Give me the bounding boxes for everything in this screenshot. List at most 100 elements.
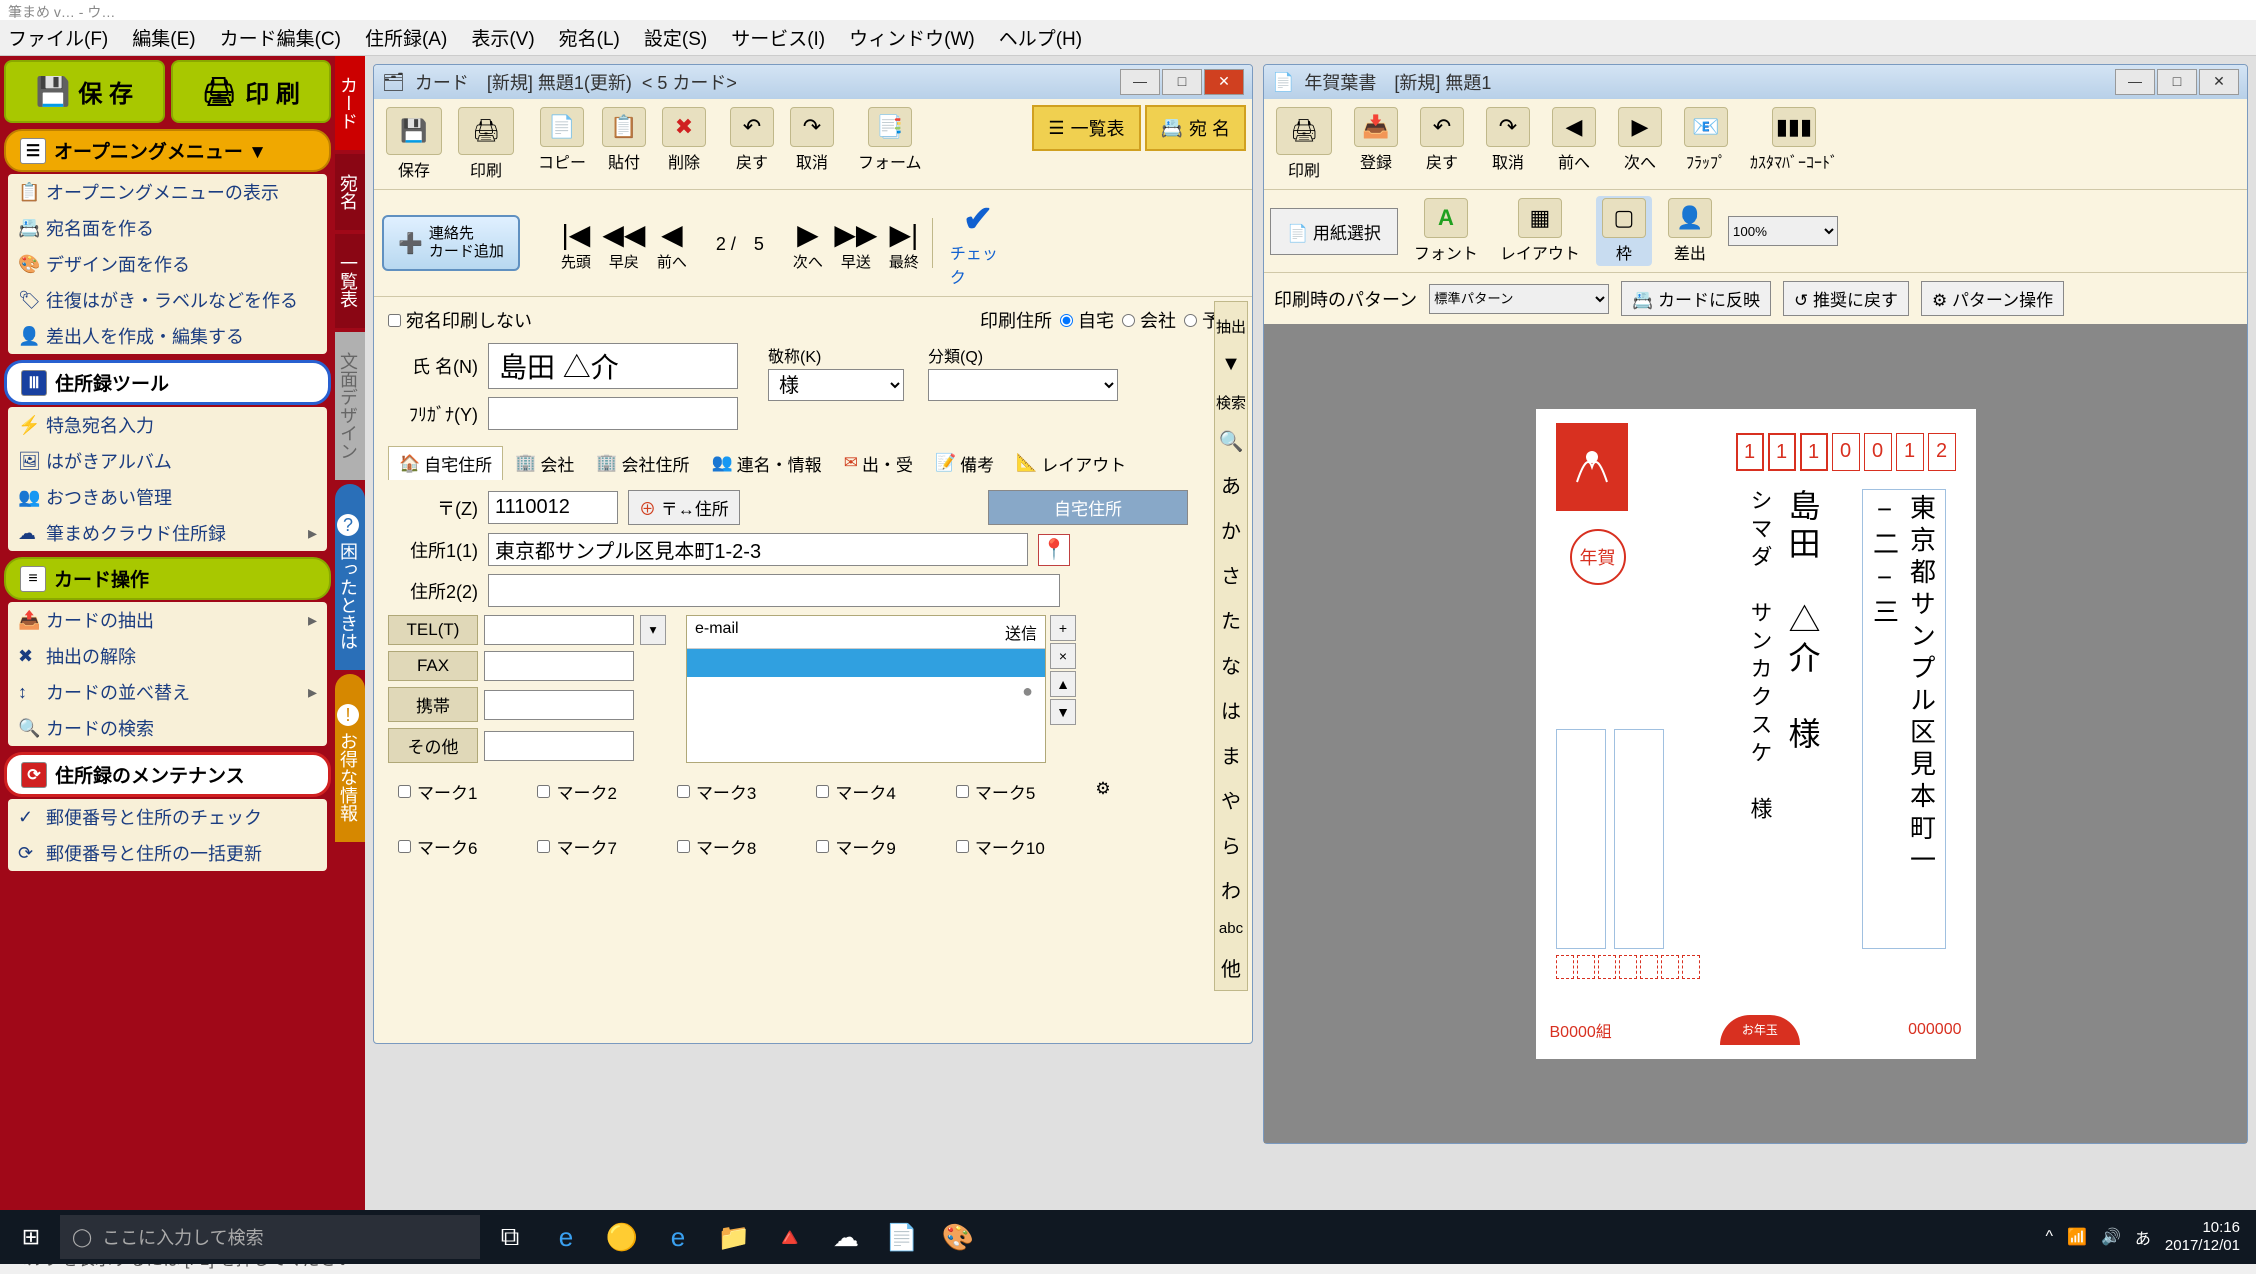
no-print-checkbox[interactable]: 宛名印刷しない bbox=[388, 307, 532, 333]
side-search-icon[interactable]: 🔍 bbox=[1215, 421, 1247, 462]
opening-item-sender[interactable]: 👤差出人を作成・編集する bbox=[8, 318, 327, 354]
subtab-memo[interactable]: 📝備考 bbox=[925, 446, 1004, 480]
card-ops-header[interactable]: ≡ カード操作 bbox=[4, 557, 331, 600]
tb-undo[interactable]: ↶戻す bbox=[724, 105, 780, 175]
mark-1[interactable]: マーク1 bbox=[398, 779, 477, 804]
other-input[interactable] bbox=[484, 731, 634, 761]
addr2-input[interactable] bbox=[488, 574, 1060, 607]
pv-prev[interactable]: ◀前へ bbox=[1546, 105, 1602, 175]
pv-frame[interactable]: ▢枠 bbox=[1596, 196, 1652, 266]
chrome-icon[interactable]: 🟡 bbox=[596, 1212, 648, 1262]
subtab-company[interactable]: 🏢会社 bbox=[505, 446, 584, 480]
tel-dropdown[interactable]: ▾ bbox=[640, 615, 666, 645]
keisho-select[interactable]: 様 bbox=[768, 369, 904, 401]
tb-copy[interactable]: 📄コピー bbox=[532, 105, 592, 175]
idx-ma[interactable]: ま bbox=[1215, 732, 1247, 777]
card-titlebar[interactable]: 🗂 カード [新規] 無題1(更新) < 5 カード> — □ ✕ bbox=[374, 65, 1252, 99]
menu-settings[interactable]: 設定(S) bbox=[644, 24, 707, 51]
mark-7[interactable]: マーク7 bbox=[537, 834, 616, 859]
edge-icon[interactable]: e bbox=[652, 1212, 704, 1262]
nav-next[interactable]: ▶次へ bbox=[788, 218, 828, 268]
taskbar-clock[interactable]: 10:16 2017/12/01 bbox=[2165, 1219, 2240, 1255]
recipient-address[interactable]: 東京都サンプル区見本町一−二−三 bbox=[1862, 489, 1946, 949]
map-pin-button[interactable]: 📍 bbox=[1038, 534, 1070, 566]
zoom-select[interactable]: 100% bbox=[1728, 216, 1838, 246]
ie-icon[interactable]: e bbox=[540, 1212, 592, 1262]
vtab-help[interactable]: ?困ったときは bbox=[335, 484, 365, 670]
vtab-atena[interactable]: 宛名 bbox=[335, 154, 365, 230]
mark-2[interactable]: マーク2 bbox=[537, 779, 616, 804]
email-down-button[interactable]: ▼ bbox=[1050, 699, 1076, 725]
card-close-button[interactable]: ✕ bbox=[1204, 69, 1244, 95]
subtab-layout[interactable]: 📐レイアウト bbox=[1006, 446, 1136, 480]
card-maximize-button[interactable]: □ bbox=[1162, 69, 1202, 95]
opening-menu-header[interactable]: ☰ オープニングメニュー ▼ bbox=[4, 129, 331, 172]
subtab-company-addr[interactable]: 🏢会社住所 bbox=[586, 446, 699, 480]
email-remove-button[interactable]: × bbox=[1050, 643, 1076, 669]
opening-item-atena[interactable]: 📇宛名面を作る bbox=[8, 210, 327, 246]
tray-chevron-icon[interactable]: ^ bbox=[2046, 1228, 2054, 1246]
taskbar-search[interactable]: ◯ ここに入力して検索 bbox=[60, 1215, 480, 1259]
pv-print[interactable]: 🖨印刷 bbox=[1270, 105, 1338, 183]
email-list[interactable]: e-mail 送信 ● bbox=[686, 615, 1046, 763]
pv-flap[interactable]: 📧ﾌﾗｯﾌﾟ bbox=[1678, 105, 1734, 175]
sender-area[interactable] bbox=[1556, 729, 1664, 949]
idx-ya[interactable]: や bbox=[1215, 777, 1247, 822]
idx-ra[interactable]: ら bbox=[1215, 822, 1247, 867]
mobile-input[interactable] bbox=[484, 690, 634, 720]
card-item-clear[interactable]: ✖抽出の解除 bbox=[8, 638, 327, 674]
recipient-furigana[interactable]: シマダ サンカクスケ 様 bbox=[1744, 489, 1776, 909]
paper-select-button[interactable]: 📄 用紙選択 bbox=[1270, 208, 1398, 255]
explorer-icon[interactable]: 📁 bbox=[708, 1212, 760, 1262]
email-add-button[interactable]: + bbox=[1050, 615, 1076, 641]
vtab-design[interactable]: 文面デザイン bbox=[335, 332, 365, 480]
menu-file[interactable]: ファイル(F) bbox=[8, 24, 108, 51]
idx-na[interactable]: な bbox=[1215, 642, 1247, 687]
zip-input[interactable] bbox=[488, 491, 618, 524]
nav-prev[interactable]: ◀前へ bbox=[652, 218, 692, 268]
print-big-button[interactable]: 🖨 印 刷 bbox=[171, 60, 332, 123]
opening-item-label[interactable]: 🏷往復はがき・ラベルなどを作る bbox=[8, 282, 327, 318]
tab-list-view[interactable]: ☰一覧表 bbox=[1032, 105, 1140, 151]
menu-atena[interactable]: 宛名(L) bbox=[559, 24, 620, 51]
vlc-icon[interactable]: 🔺 bbox=[764, 1212, 816, 1262]
subtab-sentrecv[interactable]: ✉出・受 bbox=[834, 446, 923, 480]
pv-undo[interactable]: ↶戻す bbox=[1414, 105, 1470, 175]
email-row-selected[interactable] bbox=[687, 649, 1045, 677]
nav-first[interactable]: |◀先頭 bbox=[556, 218, 596, 268]
tb-form[interactable]: 📑フォーム bbox=[852, 105, 928, 175]
idx-ka[interactable]: か bbox=[1215, 507, 1247, 552]
preview-close-button[interactable]: ✕ bbox=[2199, 69, 2239, 95]
pv-next[interactable]: ▶次へ bbox=[1612, 105, 1668, 175]
pattern-select[interactable]: 標準パターン bbox=[1429, 284, 1609, 314]
tb-redo[interactable]: ↷取消 bbox=[784, 105, 840, 175]
home-addr-button[interactable]: 自宅住所 bbox=[988, 490, 1188, 525]
idx-abc[interactable]: abc bbox=[1215, 912, 1247, 945]
pv-redo[interactable]: ↷取消 bbox=[1480, 105, 1536, 175]
tool-item-express[interactable]: ⚡特急宛名入力 bbox=[8, 407, 327, 443]
print-addr-home[interactable]: 自宅 bbox=[1060, 307, 1114, 333]
menu-service[interactable]: サービス(I) bbox=[731, 24, 825, 51]
tray-network-icon[interactable]: 📶 bbox=[2067, 1227, 2087, 1247]
idx-a[interactable]: あ bbox=[1215, 462, 1247, 507]
tray-ime-icon[interactable]: あ bbox=[2135, 1225, 2151, 1249]
add-card-button[interactable]: ➕ 連絡先 カード追加 bbox=[382, 215, 520, 271]
maint-item-update[interactable]: ⟳郵便番号と住所の一括更新 bbox=[8, 835, 327, 871]
postcard-preview[interactable]: 年賀 1 1 1 0 0 1 2 東京都サンプル区見本町一−二−三 島田 △介 … bbox=[1536, 409, 1976, 1059]
tb-paste[interactable]: 📋貼付 bbox=[596, 105, 652, 175]
pv-font[interactable]: Aフォント bbox=[1408, 196, 1484, 266]
card-item-search[interactable]: 🔍カードの検索 bbox=[8, 710, 327, 746]
idx-wa[interactable]: わ bbox=[1215, 867, 1247, 912]
card-minimize-button[interactable]: — bbox=[1120, 69, 1160, 95]
tray-volume-icon[interactable]: 🔊 bbox=[2101, 1227, 2121, 1247]
card-item-sort[interactable]: ↕カードの並べ替え▸ bbox=[8, 674, 327, 710]
maint-item-check[interactable]: ✓郵便番号と住所のチェック bbox=[8, 799, 327, 835]
nav-fastback[interactable]: ◀◀早戻 bbox=[604, 218, 644, 268]
side-search-label[interactable]: 検索 bbox=[1215, 384, 1247, 421]
opening-item-design[interactable]: 🎨デザイン面を作る bbox=[8, 246, 327, 282]
reflect-button[interactable]: 📇 カードに反映 bbox=[1621, 281, 1771, 316]
reset-button[interactable]: ↺ 推奨に戻す bbox=[1783, 281, 1909, 316]
tb-save[interactable]: 💾保存 bbox=[380, 105, 448, 183]
task-view-icon[interactable]: ⧉ bbox=[484, 1212, 536, 1262]
idx-sa[interactable]: さ bbox=[1215, 552, 1247, 597]
